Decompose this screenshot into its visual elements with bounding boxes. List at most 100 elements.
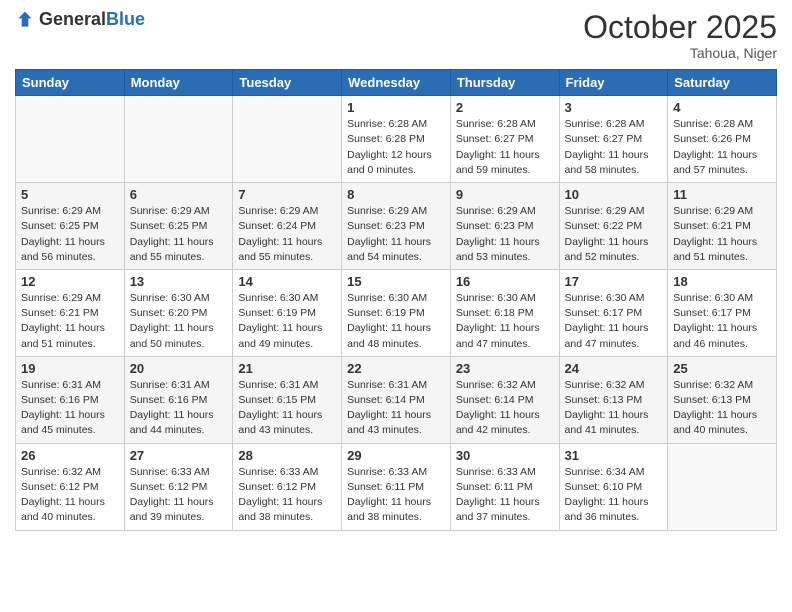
day-info: Sunrise: 6:28 AMSunset: 6:27 PMDaylight:… xyxy=(456,117,554,178)
day-number: 2 xyxy=(456,100,554,115)
calendar-cell: 31 Sunrise: 6:34 AMSunset: 6:10 PMDayligh… xyxy=(559,443,668,530)
title-block: October 2025 Tahoua, Niger xyxy=(583,10,777,61)
day-info: Sunrise: 6:30 AMSunset: 6:20 PMDaylight:… xyxy=(130,291,228,352)
day-number: 24 xyxy=(565,361,663,376)
day-number: 5 xyxy=(21,187,119,202)
day-number: 20 xyxy=(130,361,228,376)
day-info: Sunrise: 6:28 AMSunset: 6:26 PMDaylight:… xyxy=(673,117,771,178)
day-number: 28 xyxy=(238,448,336,463)
day-number: 1 xyxy=(347,100,445,115)
calendar-cell: 15Sunrise: 6:30 AMSunset: 6:19 PMDayligh… xyxy=(342,269,451,356)
day-number: 26 xyxy=(21,448,119,463)
day-info: Sunrise: 6:28 AMSunset: 6:28 PMDaylight:… xyxy=(347,117,445,178)
day-number: 31 xyxy=(565,448,663,463)
day-number: 30 xyxy=(456,448,554,463)
day-number: 11 xyxy=(673,187,771,202)
day-number: 27 xyxy=(130,448,228,463)
calendar-cell: 27 Sunrise: 6:33 AMSunset: 6:12 PMDayligh… xyxy=(124,443,233,530)
day-info: Sunrise: 6:31 AMSunset: 6:16 PMDaylight:… xyxy=(21,378,119,439)
calendar-cell: 14Sunrise: 6:30 AMSunset: 6:19 PMDayligh… xyxy=(233,269,342,356)
day-info: Sunrise: 6:31 AMSunset: 6:16 PMDaylight:… xyxy=(130,378,228,439)
calendar-cell xyxy=(668,443,777,530)
calendar-cell: 25 Sunrise: 6:32 AMSunset: 6:13 PMDayligh… xyxy=(668,356,777,443)
calendar-week-row: 1 Sunrise: 6:28 AMSunset: 6:28 PMDaylight… xyxy=(16,96,777,183)
calendar-cell xyxy=(124,96,233,183)
calendar-cell: 4 Sunrise: 6:28 AMSunset: 6:26 PMDaylight… xyxy=(668,96,777,183)
day-number: 16 xyxy=(456,274,554,289)
calendar-cell: 30 Sunrise: 6:33 AMSunset: 6:11 PMDayligh… xyxy=(450,443,559,530)
day-info: Sunrise: 6:29 AMSunset: 6:21 PMDaylight:… xyxy=(673,204,771,265)
day-info: Sunrise: 6:29 AMSunset: 6:21 PMDaylight:… xyxy=(21,291,119,352)
location: Tahoua, Niger xyxy=(583,45,777,61)
calendar-cell: 3Sunrise: 6:28 AMSunset: 6:27 PMDaylight… xyxy=(559,96,668,183)
calendar-cell: 24 Sunrise: 6:32 AMSunset: 6:13 PMDayligh… xyxy=(559,356,668,443)
calendar-cell: 22Sunrise: 6:31 AMSunset: 6:14 PMDayligh… xyxy=(342,356,451,443)
calendar-cell xyxy=(233,96,342,183)
calendar-table: SundayMondayTuesdayWednesdayThursdayFrid… xyxy=(15,69,777,530)
day-info: Sunrise: 6:32 AMSunset: 6:13 PMDaylight:… xyxy=(673,378,771,439)
day-number: 25 xyxy=(673,361,771,376)
day-number: 14 xyxy=(238,274,336,289)
col-header-sunday: Sunday xyxy=(16,70,125,96)
calendar-cell: 23 Sunrise: 6:32 AMSunset: 6:14 PMDayligh… xyxy=(450,356,559,443)
day-number: 23 xyxy=(456,361,554,376)
day-info: Sunrise: 6:29 AMSunset: 6:25 PMDaylight:… xyxy=(130,204,228,265)
logo-general: General xyxy=(39,9,106,29)
day-info: Sunrise: 6:33 AMSunset: 6:11 PMDaylight:… xyxy=(347,465,445,526)
calendar-cell: 9 Sunrise: 6:29 AMSunset: 6:23 PMDaylight… xyxy=(450,183,559,270)
day-info: Sunrise: 6:32 AMSunset: 6:13 PMDaylight:… xyxy=(565,378,663,439)
logo-text: GeneralBlue xyxy=(39,10,145,30)
calendar-cell: 12 Sunrise: 6:29 AMSunset: 6:21 PMDayligh… xyxy=(16,269,125,356)
col-header-saturday: Saturday xyxy=(668,70,777,96)
col-header-wednesday: Wednesday xyxy=(342,70,451,96)
day-number: 4 xyxy=(673,100,771,115)
day-number: 12 xyxy=(21,274,119,289)
calendar-cell: 28 Sunrise: 6:33 AMSunset: 6:12 PMDayligh… xyxy=(233,443,342,530)
calendar-cell: 13 Sunrise: 6:30 AMSunset: 6:20 PMDayligh… xyxy=(124,269,233,356)
calendar-cell: 2 Sunrise: 6:28 AMSunset: 6:27 PMDaylight… xyxy=(450,96,559,183)
day-number: 8 xyxy=(347,187,445,202)
day-info: Sunrise: 6:34 AMSunset: 6:10 PMDaylight:… xyxy=(565,465,663,526)
day-info: Sunrise: 6:30 AMSunset: 6:19 PMDaylight:… xyxy=(347,291,445,352)
calendar-cell xyxy=(16,96,125,183)
calendar-week-row: 26 Sunrise: 6:32 AMSunset: 6:12 PMDayligh… xyxy=(16,443,777,530)
day-info: Sunrise: 6:29 AMSunset: 6:23 PMDaylight:… xyxy=(456,204,554,265)
day-number: 10 xyxy=(565,187,663,202)
day-info: Sunrise: 6:33 AMSunset: 6:11 PMDaylight:… xyxy=(456,465,554,526)
logo: GeneralBlue xyxy=(15,10,145,30)
calendar-header-row: SundayMondayTuesdayWednesdayThursdayFrid… xyxy=(16,70,777,96)
calendar-cell: 29Sunrise: 6:33 AMSunset: 6:11 PMDayligh… xyxy=(342,443,451,530)
calendar-cell: 6Sunrise: 6:29 AMSunset: 6:25 PMDaylight… xyxy=(124,183,233,270)
calendar-week-row: 19Sunrise: 6:31 AMSunset: 6:16 PMDayligh… xyxy=(16,356,777,443)
month-title: October 2025 xyxy=(583,10,777,45)
day-info: Sunrise: 6:29 AMSunset: 6:24 PMDaylight:… xyxy=(238,204,336,265)
calendar-cell: 8 Sunrise: 6:29 AMSunset: 6:23 PMDaylight… xyxy=(342,183,451,270)
col-header-tuesday: Tuesday xyxy=(233,70,342,96)
day-number: 7 xyxy=(238,187,336,202)
calendar-week-row: 5 Sunrise: 6:29 AMSunset: 6:25 PMDaylight… xyxy=(16,183,777,270)
day-number: 13 xyxy=(130,274,228,289)
calendar-cell: 16 Sunrise: 6:30 AMSunset: 6:18 PMDayligh… xyxy=(450,269,559,356)
calendar-cell: 18Sunrise: 6:30 AMSunset: 6:17 PMDayligh… xyxy=(668,269,777,356)
day-info: Sunrise: 6:32 AMSunset: 6:14 PMDaylight:… xyxy=(456,378,554,439)
calendar-cell: 26 Sunrise: 6:32 AMSunset: 6:12 PMDayligh… xyxy=(16,443,125,530)
day-info: Sunrise: 6:30 AMSunset: 6:18 PMDaylight:… xyxy=(456,291,554,352)
day-info: Sunrise: 6:32 AMSunset: 6:12 PMDaylight:… xyxy=(21,465,119,526)
col-header-thursday: Thursday xyxy=(450,70,559,96)
calendar-cell: 10Sunrise: 6:29 AMSunset: 6:22 PMDayligh… xyxy=(559,183,668,270)
day-number: 18 xyxy=(673,274,771,289)
day-info: Sunrise: 6:29 AMSunset: 6:23 PMDaylight:… xyxy=(347,204,445,265)
col-header-friday: Friday xyxy=(559,70,668,96)
day-number: 9 xyxy=(456,187,554,202)
logo-blue: Blue xyxy=(106,9,145,29)
calendar-cell: 21Sunrise: 6:31 AMSunset: 6:15 PMDayligh… xyxy=(233,356,342,443)
calendar-cell: 5Sunrise: 6:29 AMSunset: 6:25 PMDaylight… xyxy=(16,183,125,270)
day-number: 22 xyxy=(347,361,445,376)
col-header-monday: Monday xyxy=(124,70,233,96)
logo-icon xyxy=(15,10,35,30)
day-info: Sunrise: 6:31 AMSunset: 6:15 PMDaylight:… xyxy=(238,378,336,439)
calendar-cell: 11 Sunrise: 6:29 AMSunset: 6:21 PMDayligh… xyxy=(668,183,777,270)
calendar-cell: 7 Sunrise: 6:29 AMSunset: 6:24 PMDaylight… xyxy=(233,183,342,270)
day-info: Sunrise: 6:33 AMSunset: 6:12 PMDaylight:… xyxy=(130,465,228,526)
day-info: Sunrise: 6:33 AMSunset: 6:12 PMDaylight:… xyxy=(238,465,336,526)
